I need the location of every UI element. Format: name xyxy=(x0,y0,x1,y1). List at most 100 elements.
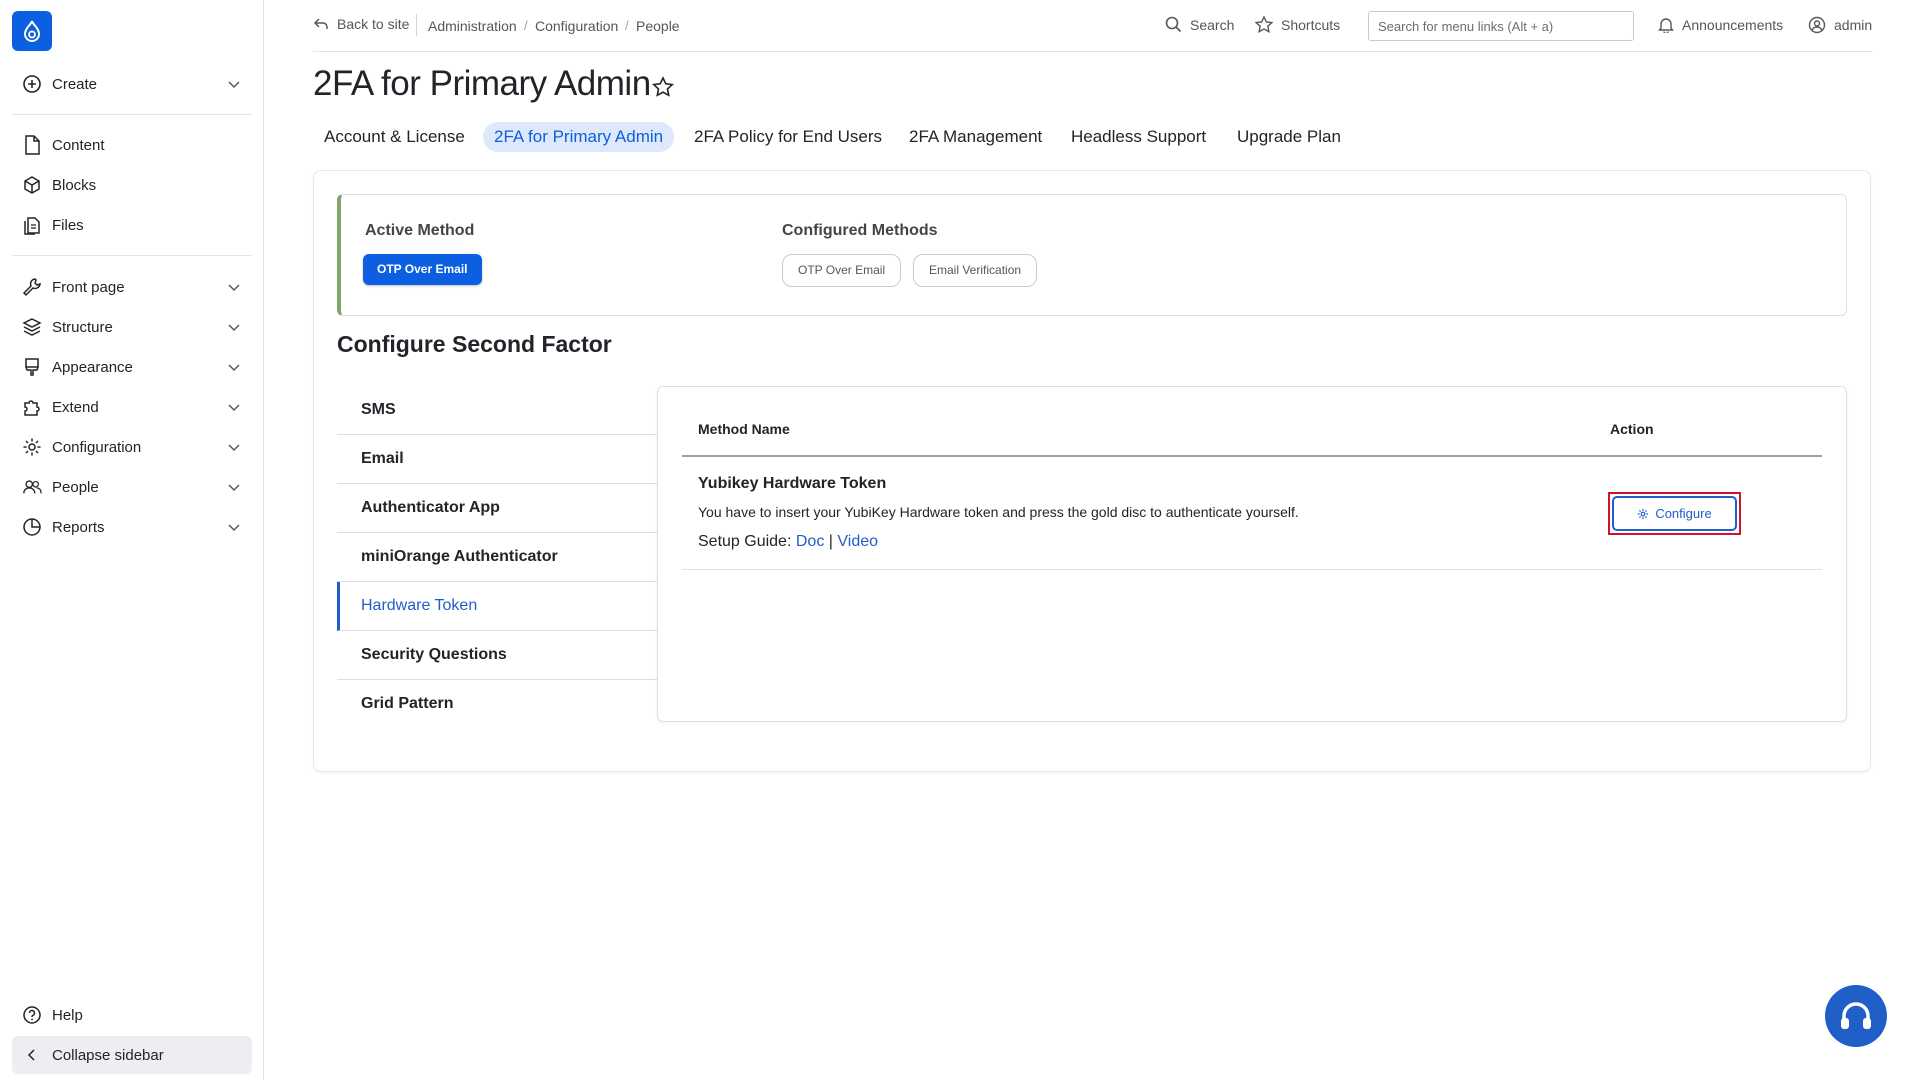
doc-link[interactable]: Doc xyxy=(796,533,824,550)
method-hardware-token[interactable]: Hardware Token xyxy=(337,582,657,631)
drupal-logo-icon[interactable] xyxy=(12,11,52,51)
configure-button[interactable]: Configure xyxy=(1612,496,1737,531)
video-link[interactable]: Video xyxy=(837,533,878,550)
help-link[interactable]: Help xyxy=(12,997,252,1033)
sidebar-item-blocks[interactable]: Blocks xyxy=(12,167,252,203)
sidebar-item-configuration[interactable]: Configuration xyxy=(12,429,252,465)
chevron-down-icon xyxy=(228,284,240,292)
search-icon xyxy=(1165,16,1182,33)
breadcrumb-people[interactable]: People xyxy=(636,18,680,34)
sidebar-item-front-page[interactable]: Front page xyxy=(12,269,252,305)
chevron-down-icon xyxy=(228,324,240,332)
table-header-divider xyxy=(682,455,1822,457)
tab-2fa-management[interactable]: 2FA Management xyxy=(898,122,1053,152)
back-to-site-link[interactable]: Back to site xyxy=(313,16,409,32)
search-button[interactable]: Search xyxy=(1165,16,1234,33)
table-row-divider xyxy=(682,569,1822,570)
active-method-panel: Active Method OTP Over Email Configured … xyxy=(337,194,1847,316)
configure-second-factor-title: Configure Second Factor xyxy=(337,331,612,357)
tab-2fa-policy-end-users[interactable]: 2FA Policy for End Users xyxy=(683,122,893,152)
sidebar-item-label: Front page xyxy=(52,278,125,296)
breadcrumb-administration[interactable]: Administration xyxy=(428,18,517,34)
configured-methods-label: Configured Methods xyxy=(782,222,938,239)
support-chat-button[interactable] xyxy=(1825,985,1887,1047)
method-security-questions[interactable]: Security Questions xyxy=(337,631,657,680)
headset-icon xyxy=(1841,1002,1871,1029)
shortcuts-button[interactable]: Shortcuts xyxy=(1255,16,1340,33)
sidebar-item-content[interactable]: Content xyxy=(12,127,252,163)
create-menu[interactable]: Create xyxy=(12,66,252,102)
method-grid-pattern[interactable]: Grid Pattern xyxy=(337,680,657,729)
setup-guide: Setup Guide: Doc | Video xyxy=(698,533,878,551)
file-icon xyxy=(22,135,42,155)
sidebar-item-label: Reports xyxy=(52,518,105,536)
column-header-method-name: Method Name xyxy=(698,421,790,437)
collapse-label: Collapse sidebar xyxy=(52,1046,164,1064)
breadcrumb-configuration[interactable]: Configuration xyxy=(535,18,618,34)
method-miniorange-authenticator[interactable]: miniOrange Authenticator xyxy=(337,533,657,582)
tab-2fa-primary-admin[interactable]: 2FA for Primary Admin xyxy=(483,122,675,152)
sidebar-item-label: Content xyxy=(52,136,105,154)
sidebar: Create Content Blocks Files Front page S… xyxy=(0,0,264,1080)
people-icon xyxy=(22,477,42,497)
sidebar-divider xyxy=(12,255,252,256)
chevron-down-icon xyxy=(228,81,240,89)
tab-headless-support[interactable]: Headless Support xyxy=(1060,122,1217,152)
chevron-down-icon xyxy=(228,484,240,492)
sidebar-item-structure[interactable]: Structure xyxy=(12,309,252,345)
top-toolbar: Back to site Administration / Configurat… xyxy=(313,0,1873,52)
tab-upgrade-plan[interactable]: Upgrade Plan xyxy=(1226,122,1352,152)
toolbar-divider xyxy=(416,14,417,36)
back-to-site-label: Back to site xyxy=(337,16,410,32)
menu-links-search-input[interactable] xyxy=(1368,11,1634,41)
column-header-action: Action xyxy=(1610,421,1654,437)
method-sms[interactable]: SMS xyxy=(337,386,657,435)
method-name: Yubikey Hardware Token xyxy=(698,475,887,492)
star-icon[interactable] xyxy=(652,76,674,98)
help-icon xyxy=(22,1005,42,1025)
sidebar-item-reports[interactable]: Reports xyxy=(12,509,252,545)
method-authenticator-app[interactable]: Authenticator App xyxy=(337,484,657,533)
sidebar-divider xyxy=(12,114,252,115)
search-label: Search xyxy=(1190,16,1235,33)
sidebar-item-appearance[interactable]: Appearance xyxy=(12,349,252,385)
configured-method-pill: Email Verification xyxy=(913,254,1038,287)
sidebar-item-label: Appearance xyxy=(52,358,133,376)
chevron-down-icon xyxy=(228,404,240,412)
breadcrumb-separator: / xyxy=(524,18,528,33)
user-label: admin xyxy=(1834,17,1873,33)
sidebar-item-extend[interactable]: Extend xyxy=(12,389,252,425)
help-label: Help xyxy=(52,1006,83,1024)
user-menu-button[interactable]: admin xyxy=(1808,16,1872,34)
wrench-icon xyxy=(22,277,42,297)
chevron-left-icon xyxy=(22,1045,42,1065)
plus-circle-icon xyxy=(22,74,42,94)
sidebar-item-label: Files xyxy=(52,216,84,234)
bell-icon xyxy=(1658,18,1674,33)
layers-icon xyxy=(22,317,42,337)
chart-icon xyxy=(22,517,42,537)
method-email[interactable]: Email xyxy=(337,435,657,484)
gear-icon xyxy=(22,437,42,457)
sidebar-item-label: Extend xyxy=(52,398,99,416)
announcements-label: Announcements xyxy=(1682,16,1784,33)
shortcuts-label: Shortcuts xyxy=(1281,16,1341,33)
tab-account-license[interactable]: Account & License xyxy=(313,122,476,152)
chevron-down-icon xyxy=(228,444,240,452)
sidebar-item-label: Blocks xyxy=(52,176,97,194)
files-icon xyxy=(22,215,42,235)
method-details-panel: Method Name Action Yubikey Hardware Toke… xyxy=(657,386,1847,722)
sidebar-item-files[interactable]: Files xyxy=(12,207,252,243)
announcements-button[interactable]: Announcements xyxy=(1658,16,1783,33)
setup-guide-label: Setup Guide: xyxy=(698,533,792,550)
page-title: 2FA for Primary Admin xyxy=(313,64,651,103)
collapse-sidebar-button[interactable]: Collapse sidebar xyxy=(12,1036,252,1074)
back-arrow-icon xyxy=(313,18,328,29)
active-method-label: Active Method xyxy=(365,222,475,239)
create-label: Create xyxy=(52,75,98,93)
sidebar-item-label: Structure xyxy=(52,318,113,336)
sidebar-item-people[interactable]: People xyxy=(12,469,252,505)
puzzle-icon xyxy=(22,397,42,417)
method-description: You have to insert your YubiKey Hardware… xyxy=(698,504,1299,520)
active-method-badge: OTP Over Email xyxy=(363,254,482,285)
